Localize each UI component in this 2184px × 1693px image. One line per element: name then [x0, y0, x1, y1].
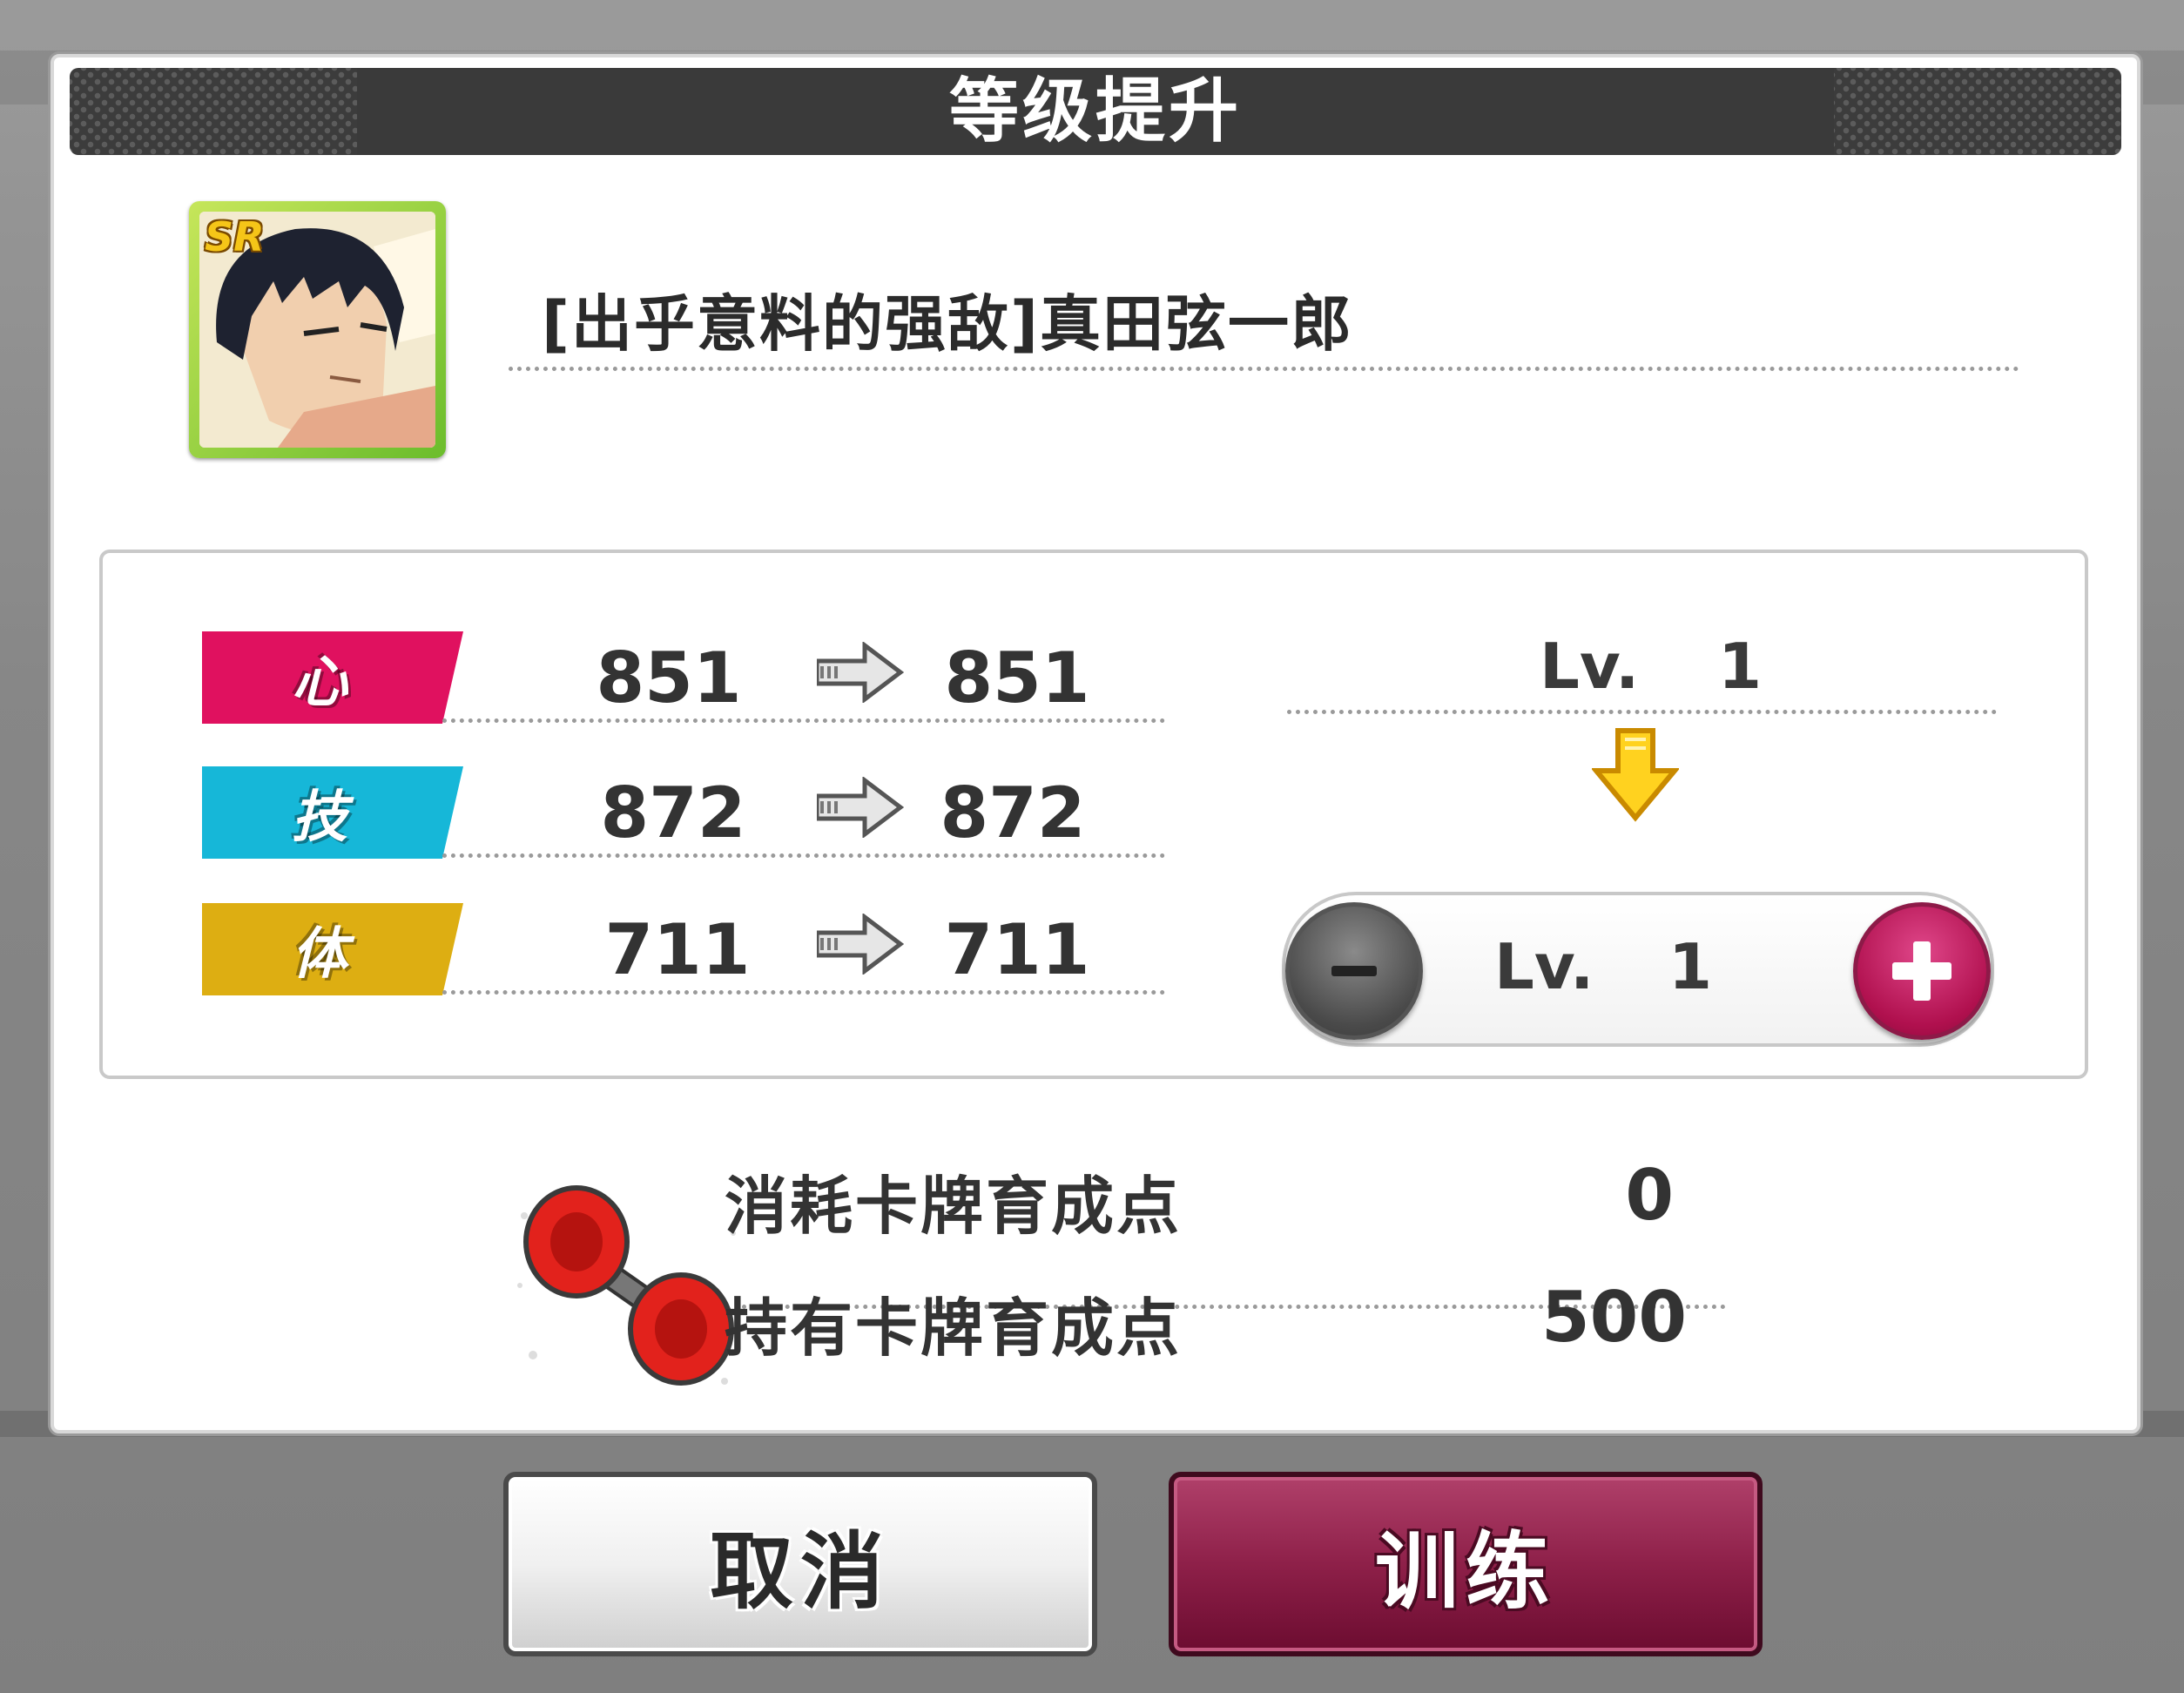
decrease-level-button[interactable]	[1285, 902, 1423, 1040]
stat-before: 711	[604, 909, 751, 990]
train-button[interactable]: 训练	[1169, 1472, 1763, 1656]
cancel-button-label: 取消	[710, 1522, 891, 1621]
owned-points-value: 500	[1541, 1277, 1687, 1358]
arrow-right-icon	[817, 914, 904, 975]
owned-points-label: 持有卡牌育成点	[725, 1292, 1183, 1365]
plus-icon	[1892, 941, 1951, 1001]
stat-before: 851	[596, 637, 742, 718]
arrow-down-icon	[1592, 728, 1679, 822]
current-level-value: 1	[1718, 630, 1763, 703]
consume-points-label: 消耗卡牌育成点	[725, 1170, 1183, 1243]
stat-after: 872	[940, 772, 1086, 853]
train-button-label: 训练	[1375, 1522, 1556, 1621]
current-level-prefix: Lv.	[1540, 630, 1640, 703]
stat-row-skill: 技 872 872	[103, 766, 1165, 862]
dialog-title: 等级提升	[949, 71, 1242, 152]
name-divider	[509, 367, 2019, 371]
card-thumbnail: SR	[189, 201, 446, 458]
rarity-badge: SR	[205, 213, 265, 260]
level-up-dialog: 等级提升 SR [出乎意料的强敌]真田弦一郎 心 851 851 技 872 8…	[51, 54, 2140, 1433]
stat-after: 711	[944, 909, 1090, 990]
stat-before: 872	[600, 772, 746, 853]
increase-level-button[interactable]	[1853, 902, 1991, 1040]
stat-row-heart: 心 851 851	[103, 631, 1165, 727]
consume-points-value: 0	[1625, 1155, 1674, 1236]
stat-after: 851	[944, 637, 1090, 718]
target-level-value: 1	[1668, 930, 1713, 1003]
cancel-button[interactable]: 取消	[503, 1472, 1097, 1656]
level-selector: Lv. 1	[1282, 892, 1994, 1047]
dialog-header: 等级提升	[70, 68, 2121, 155]
dumbbell-icon	[517, 1185, 736, 1386]
stat-tag-skill: 技	[202, 766, 463, 859]
stat-tag-body: 体	[202, 903, 463, 995]
character-name: [出乎意料的强敌]真田弦一郎	[542, 288, 1353, 360]
target-level-prefix: Lv.	[1494, 930, 1594, 1003]
stat-tag-heart: 心	[202, 631, 463, 724]
arrow-right-icon	[817, 777, 904, 838]
arrow-right-icon	[817, 642, 904, 703]
minus-icon	[1331, 966, 1377, 976]
stat-row-body: 体 711 711	[103, 903, 1165, 999]
